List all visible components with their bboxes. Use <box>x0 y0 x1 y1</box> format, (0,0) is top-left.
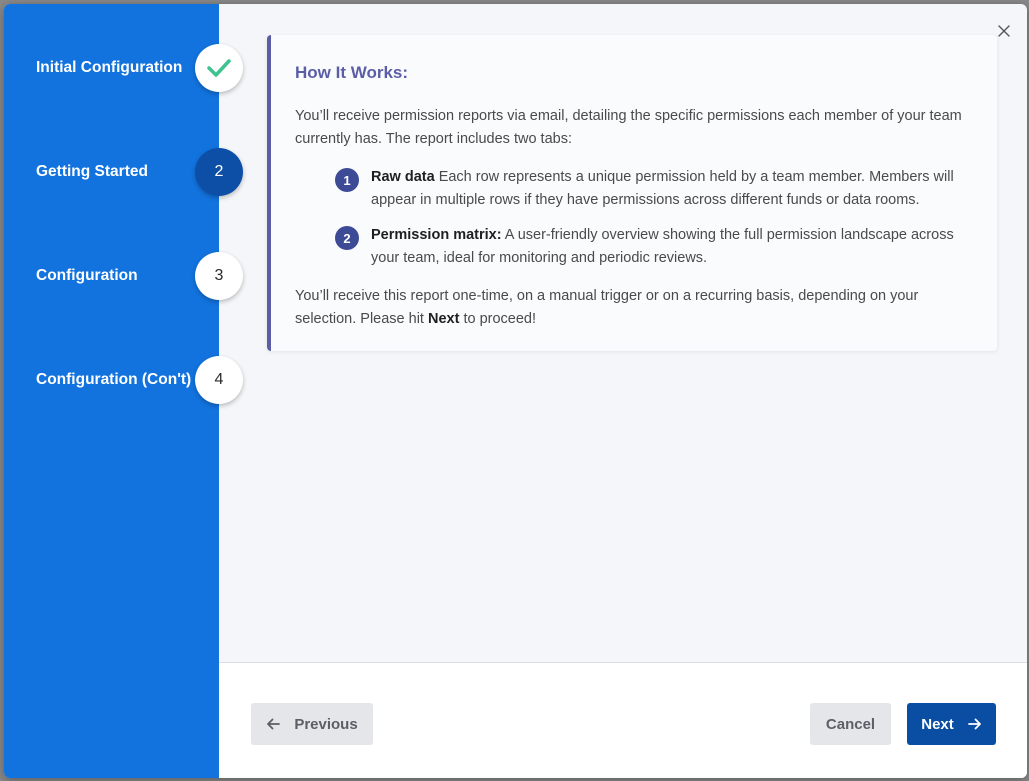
close-icon <box>998 25 1010 37</box>
item-text: Permission matrix: A user-friendly overv… <box>335 224 985 270</box>
step-label: Configuration (Con't) <box>36 371 192 388</box>
item-number-badge: 1 <box>335 168 359 192</box>
how-it-works-card: How It Works: You’ll receive permission … <box>267 35 997 351</box>
step-number: 4 <box>195 356 243 404</box>
previous-button[interactable]: Previous <box>251 703 373 745</box>
list-item: 1 Raw data Each row represents a unique … <box>335 166 985 212</box>
outro-bold: Next <box>428 311 460 327</box>
item-title: Raw data <box>371 169 435 185</box>
step-completed-marker <box>195 44 243 92</box>
step-configuration-cont[interactable]: Configuration (Con't) 4 <box>4 356 244 404</box>
steps-sidebar: Initial Configuration Getting Started 2 … <box>4 4 243 778</box>
wizard-footer: Previous Cancel Next <box>219 662 1027 778</box>
item-number-badge: 2 <box>335 226 359 250</box>
cancel-label: Cancel <box>825 715 876 733</box>
outro-text: You’ll receive this report one-time, on … <box>295 288 919 327</box>
step-initial-configuration[interactable]: Initial Configuration <box>4 44 244 92</box>
step-number: 3 <box>195 252 243 300</box>
step-configuration[interactable]: Configuration 3 <box>4 252 244 300</box>
wizard-modal: Initial Configuration Getting Started 2 … <box>4 4 1027 778</box>
next-button[interactable]: Next <box>907 703 996 745</box>
item-text: Raw data Each row represents a unique pe… <box>335 166 985 212</box>
arrow-left-icon <box>267 718 281 730</box>
cancel-button[interactable]: Cancel <box>810 703 891 745</box>
step-label: Getting Started <box>36 163 148 180</box>
arrow-right-icon <box>967 718 981 730</box>
card-intro: You’ll receive permission reports via em… <box>295 108 962 147</box>
outro-text-end: to proceed! <box>459 311 537 327</box>
step-number: 2 <box>195 148 243 196</box>
list-item: 2 Permission matrix: A user-friendly ove… <box>335 224 985 270</box>
step-label: Initial Configuration <box>36 59 183 76</box>
close-button[interactable] <box>995 22 1013 40</box>
card-title: How It Works: <box>295 63 409 82</box>
previous-label: Previous <box>294 715 358 733</box>
check-icon <box>207 59 231 77</box>
step-getting-started[interactable]: Getting Started 2 <box>4 148 244 196</box>
step-label: Configuration <box>36 267 138 284</box>
item-title: Permission matrix: <box>371 227 502 243</box>
card-outro: You’ll receive this report one-time, on … <box>295 285 975 331</box>
item-description: Each row represents a unique permission … <box>371 169 954 208</box>
next-label: Next <box>921 715 954 733</box>
